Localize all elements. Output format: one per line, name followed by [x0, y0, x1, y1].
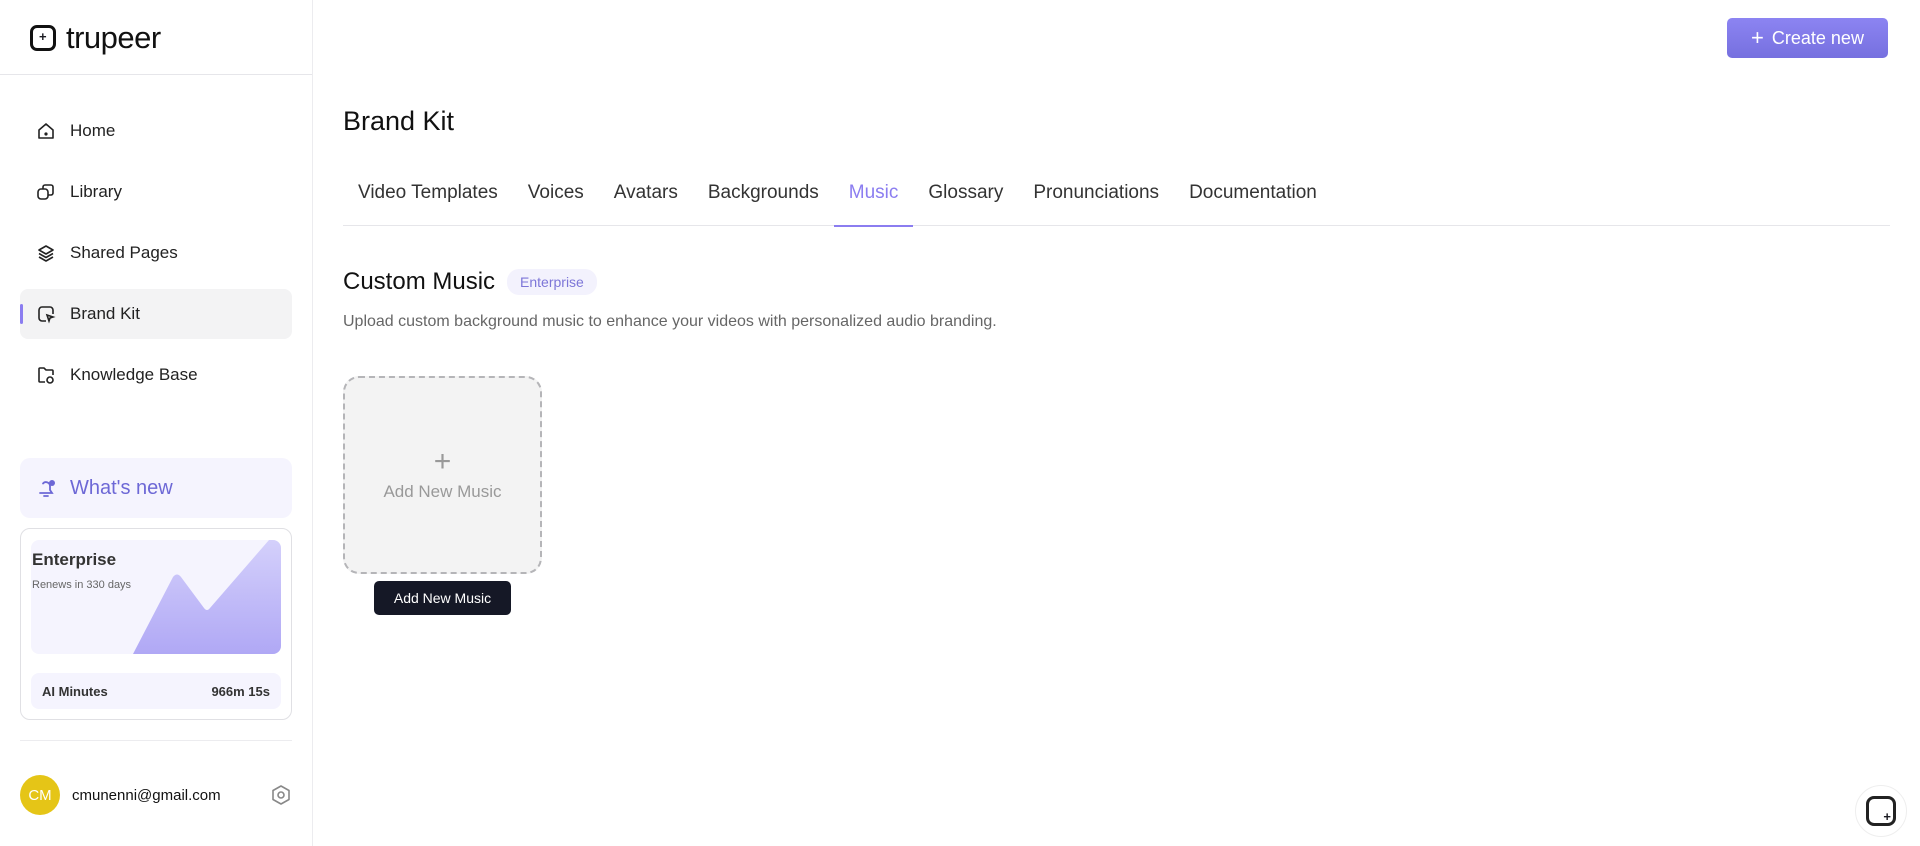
help-widget-button[interactable]	[1855, 785, 1907, 837]
logo-icon	[30, 25, 56, 51]
trupeer-icon	[1866, 796, 1896, 826]
sidebar-item-label: Shared Pages	[70, 243, 178, 262]
sidebar-item-library[interactable]: Library	[20, 167, 292, 217]
tab-pronunciations[interactable]: Pronunciations	[1018, 172, 1174, 226]
create-new-label: Create new	[1771, 27, 1864, 48]
sidebar: trupeer Home Library Shared Pages Brand …	[0, 0, 313, 846]
section-title: Custom Music	[343, 268, 496, 295]
sidebar-item-label: Library	[70, 182, 122, 201]
plus-icon: +	[1751, 25, 1764, 50]
plus-icon: +	[433, 445, 452, 478]
add-new-music-button[interactable]: + Add New Music	[343, 376, 542, 574]
library-icon	[37, 184, 54, 200]
ai-minutes-value: 966m 15s	[211, 683, 270, 699]
ai-minutes-label: AI Minutes	[42, 683, 108, 699]
plan-card: Enterprise Renews in 330 days AI Minutes…	[20, 528, 292, 720]
sidebar-item-label: Knowledge Base	[70, 365, 198, 384]
plan-renewal: Renews in 330 days	[32, 579, 132, 591]
logo-text: trupeer	[66, 20, 161, 55]
sidebar-item-home[interactable]: Home	[20, 106, 292, 156]
whats-new-button[interactable]: What's new	[20, 458, 292, 518]
user-email: cmunenni@gmail.com	[72, 786, 221, 804]
tab-music[interactable]: Music	[833, 172, 914, 227]
page-title: Brand Kit	[343, 106, 455, 136]
tab-documentation[interactable]: Documentation	[1174, 172, 1332, 226]
sidebar-item-label: Home	[70, 121, 116, 140]
create-new-button[interactable]: + Create new	[1727, 18, 1888, 58]
divider	[20, 740, 292, 741]
tab-backgrounds[interactable]: Backgrounds	[693, 172, 834, 226]
add-new-music-label: Add New Music	[383, 482, 502, 501]
bell-icon	[39, 480, 55, 497]
sidebar-item-label: Brand Kit	[70, 304, 140, 323]
sidebar-item-shared-pages[interactable]: Shared Pages	[20, 228, 292, 278]
sidebar-item-brand-kit[interactable]: Brand Kit	[20, 289, 292, 339]
user-profile[interactable]: CM cmunenni@gmail.com	[20, 775, 292, 815]
ai-minutes-row: AI Minutes 966m 15s	[31, 673, 281, 709]
tab-avatars[interactable]: Avatars	[599, 172, 693, 226]
whats-new-label: What's new	[70, 476, 173, 499]
tab-video-templates[interactable]: Video Templates	[343, 172, 513, 226]
plan-name: Enterprise	[32, 550, 117, 569]
section-header: Custom Music Enterprise	[343, 268, 597, 296]
logo[interactable]: trupeer	[30, 20, 161, 56]
section-description: Upload custom background music to enhanc…	[343, 313, 997, 330]
brand-kit-icon	[38, 306, 56, 324]
settings-icon[interactable]	[270, 784, 292, 806]
tab-glossary[interactable]: Glossary	[913, 172, 1018, 226]
divider	[0, 74, 312, 75]
sidebar-nav: Home Library Shared Pages Brand Kit Know…	[20, 106, 292, 411]
avatar: CM	[20, 775, 60, 815]
sidebar-item-knowledge-base[interactable]: Knowledge Base	[20, 350, 292, 400]
tooltip: Add New Music	[374, 581, 511, 615]
tab-bar: Video Templates Voices Avatars Backgroun…	[343, 172, 1890, 227]
enterprise-badge: Enterprise	[507, 269, 597, 295]
home-icon	[38, 123, 54, 139]
folder-icon	[38, 367, 54, 384]
tab-voices[interactable]: Voices	[513, 172, 599, 226]
layers-icon	[38, 245, 54, 262]
